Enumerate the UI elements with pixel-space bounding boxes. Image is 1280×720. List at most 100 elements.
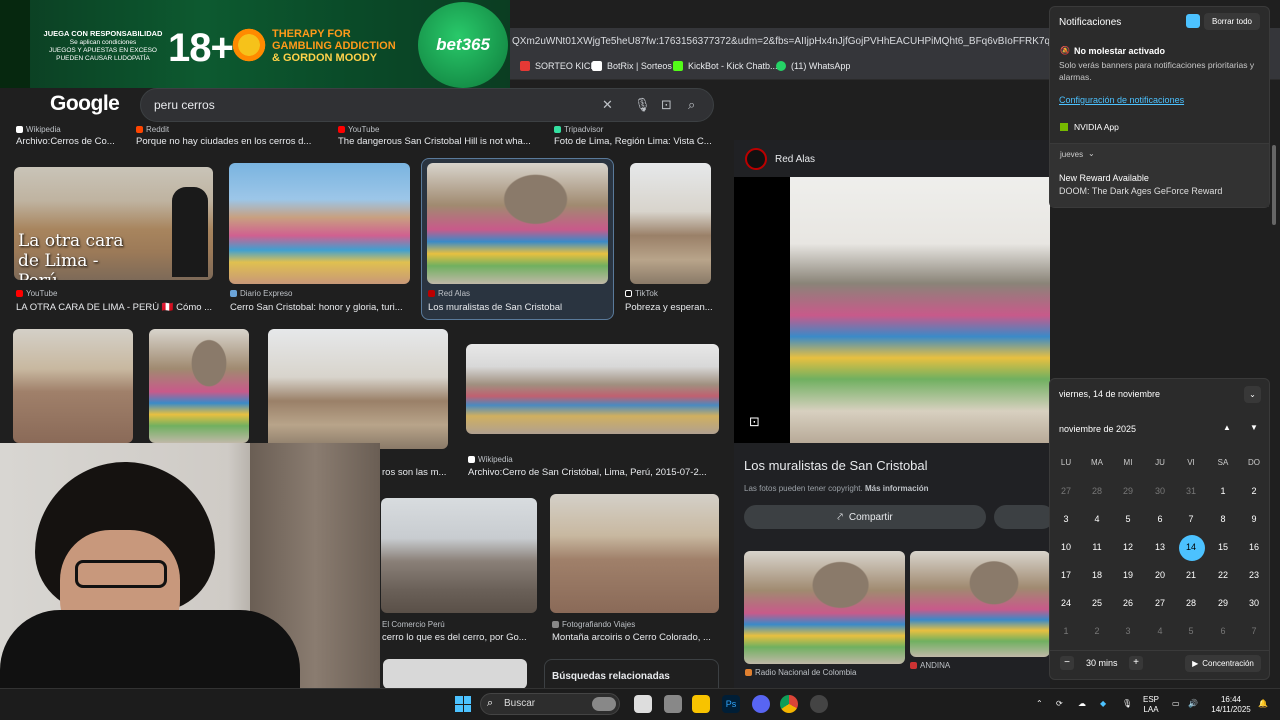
clear-all-button[interactable]: Borrar todo bbox=[1204, 13, 1260, 30]
lens-icon[interactable]: ⊡ bbox=[749, 414, 760, 430]
calendar-day[interactable]: 1 bbox=[1211, 486, 1235, 496]
task-view-icon[interactable] bbox=[634, 695, 652, 713]
file-explorer-icon[interactable] bbox=[692, 695, 710, 713]
more-info-link[interactable]: Más información bbox=[865, 484, 929, 493]
calendar-day[interactable]: 28 bbox=[1085, 486, 1109, 496]
panel-preview-image[interactable] bbox=[790, 177, 1050, 443]
chrome-icon[interactable] bbox=[780, 695, 798, 713]
calendar-day[interactable]: 3 bbox=[1116, 626, 1140, 636]
calendar-day[interactable]: 22 bbox=[1211, 570, 1235, 580]
calendar-day[interactable]: 8 bbox=[1211, 514, 1235, 524]
related-image[interactable] bbox=[744, 551, 905, 664]
decrease-focus-button[interactable]: − bbox=[1060, 656, 1074, 670]
app-icon[interactable] bbox=[664, 695, 682, 713]
bookmark-kickbot[interactable]: KickBot - Kick Chatb... bbox=[673, 61, 778, 71]
calendar-day[interactable]: 10 bbox=[1054, 542, 1078, 552]
calendar-day[interactable]: 24 bbox=[1054, 598, 1078, 608]
calendar-day[interactable]: 4 bbox=[1148, 626, 1172, 636]
calendar-day[interactable]: 31 bbox=[1179, 486, 1203, 496]
chevron-up-icon[interactable]: ⌃ bbox=[1036, 699, 1043, 709]
discord-icon[interactable] bbox=[752, 695, 770, 713]
calendar-day[interactable]: 14 bbox=[1179, 542, 1203, 552]
network-icon[interactable]: ▭ bbox=[1172, 699, 1180, 709]
tray-icon[interactable]: ⟳ bbox=[1056, 699, 1063, 709]
calendar-day[interactable]: 6 bbox=[1211, 626, 1235, 636]
calendar-day[interactable]: 18 bbox=[1085, 570, 1109, 580]
collapse-calendar-button[interactable]: ⌄ bbox=[1244, 386, 1261, 403]
chevron-down-icon[interactable]: ⌄ bbox=[1088, 149, 1095, 158]
share-button[interactable]: ⤤ Compartir bbox=[744, 505, 986, 529]
result-thumbnail[interactable] bbox=[550, 494, 719, 613]
calendar-day[interactable]: 20 bbox=[1148, 570, 1172, 580]
calendar-day[interactable]: 7 bbox=[1179, 514, 1203, 524]
cloud-icon[interactable]: ☁ bbox=[1078, 699, 1086, 709]
obs-icon[interactable] bbox=[810, 695, 828, 713]
result-thumbnail[interactable] bbox=[149, 329, 249, 443]
calendar-day[interactable]: 28 bbox=[1179, 598, 1203, 608]
result-caption[interactable]: cerro lo que es del cerro, por Go... bbox=[382, 632, 532, 643]
panel-source-name[interactable]: Red Alas bbox=[775, 154, 815, 165]
result-caption[interactable]: Pobreza y esperan... bbox=[625, 302, 717, 313]
input-language[interactable]: ESP LAA bbox=[1143, 695, 1159, 715]
month-down-icon[interactable]: ▼ bbox=[1250, 423, 1258, 432]
microphone-icon[interactable]: 🎙 bbox=[634, 97, 651, 113]
result-caption[interactable]: LA OTRA CARA DE LIMA - PERÚ 🇵🇪 Cómo ... bbox=[16, 302, 214, 313]
result-caption[interactable]: Montaña arcoiris o Cerro Colorado, ... bbox=[552, 632, 717, 643]
calendar-day[interactable]: 3 bbox=[1054, 514, 1078, 524]
scrollbar-thumb[interactable] bbox=[1272, 145, 1276, 225]
microphone-icon[interactable]: 🎙 bbox=[1122, 699, 1132, 709]
result-caption[interactable]: Archivo:Cerro de San Cristóbal, Lima, Pe… bbox=[468, 467, 713, 478]
focus-button[interactable]: ▶ Concentración bbox=[1185, 655, 1261, 672]
bookmark-botrix[interactable]: BotRix | Sorteos bbox=[592, 61, 672, 71]
calendar-day[interactable]: 30 bbox=[1242, 598, 1266, 608]
bookmark-whatsapp[interactable]: (11) WhatsApp bbox=[776, 61, 850, 71]
bookmark-sorteo-kick[interactable]: SORTEO KICK bbox=[520, 61, 596, 71]
result-thumbnail[interactable] bbox=[427, 163, 608, 284]
calendar-day[interactable]: 11 bbox=[1085, 542, 1109, 552]
calendar-day[interactable]: 29 bbox=[1211, 598, 1235, 608]
result-thumbnail[interactable] bbox=[466, 344, 719, 434]
calendar-day[interactable]: 15 bbox=[1211, 542, 1235, 552]
panel-title[interactable]: Los muralistas de San Cristobal bbox=[744, 458, 928, 473]
result-caption[interactable]: Foto de Lima, Región Lima: Vista C... bbox=[554, 136, 714, 147]
calendar-day[interactable]: 23 bbox=[1242, 570, 1266, 580]
calendar-day[interactable]: 25 bbox=[1085, 598, 1109, 608]
increase-focus-button[interactable]: + bbox=[1129, 656, 1143, 670]
calendar-day[interactable]: 5 bbox=[1179, 626, 1203, 636]
result-caption[interactable]: Los muralistas de San Cristobal bbox=[428, 302, 608, 313]
result-caption[interactable]: Cerro San Cristobal: honor y gloria, tur… bbox=[230, 302, 410, 313]
result-caption[interactable]: ros son las m... bbox=[382, 467, 452, 478]
calendar-day[interactable]: 4 bbox=[1085, 514, 1109, 524]
calendar-day[interactable]: 30 bbox=[1148, 486, 1172, 496]
lens-icon[interactable]: ⊡ bbox=[661, 97, 672, 113]
calendar-day[interactable]: 7 bbox=[1242, 626, 1266, 636]
volume-icon[interactable]: 🔊 bbox=[1188, 699, 1198, 709]
search-icon[interactable]: ⌕ bbox=[688, 97, 695, 113]
search-box[interactable] bbox=[140, 88, 714, 122]
tray-icon[interactable]: ◆ bbox=[1100, 699, 1106, 709]
calendar-day[interactable]: 16 bbox=[1242, 542, 1266, 552]
clear-icon[interactable]: ✕ bbox=[602, 97, 613, 113]
google-logo[interactable]: Google bbox=[50, 92, 120, 116]
calendar-day[interactable]: 27 bbox=[1148, 598, 1172, 608]
result-thumbnail[interactable]: La otra cara de Lima - Perú bbox=[14, 167, 213, 280]
result-caption[interactable]: Archivo:Cerros de Co... bbox=[16, 136, 126, 147]
calendar-day[interactable]: 19 bbox=[1116, 570, 1140, 580]
calendar-day[interactable]: 2 bbox=[1085, 626, 1109, 636]
calendar-day[interactable]: 29 bbox=[1116, 486, 1140, 496]
calendar-day[interactable]: 26 bbox=[1116, 598, 1140, 608]
notification-settings-link[interactable]: Configuración de notificaciones bbox=[1059, 95, 1184, 105]
result-caption[interactable]: The dangerous San Cristobal Hill is not … bbox=[338, 136, 538, 147]
result-thumbnail[interactable] bbox=[630, 163, 711, 284]
save-button[interactable] bbox=[994, 505, 1054, 529]
result-caption[interactable]: Porque no hay ciudades en los cerros d..… bbox=[136, 136, 316, 147]
calendar-day[interactable]: 2 bbox=[1242, 486, 1266, 496]
calendar-day[interactable]: 9 bbox=[1242, 514, 1266, 524]
search-input[interactable]: peru cerros bbox=[154, 98, 215, 112]
notification-bell-icon[interactable]: 🔔 bbox=[1258, 699, 1268, 709]
calendar-day[interactable]: 1 bbox=[1054, 626, 1078, 636]
result-thumbnail[interactable] bbox=[383, 659, 527, 689]
calendar-day[interactable]: 12 bbox=[1116, 542, 1140, 552]
clock[interactable]: 16:44 14/11/2025 bbox=[1209, 695, 1253, 715]
calendar-day[interactable]: 17 bbox=[1054, 570, 1078, 580]
